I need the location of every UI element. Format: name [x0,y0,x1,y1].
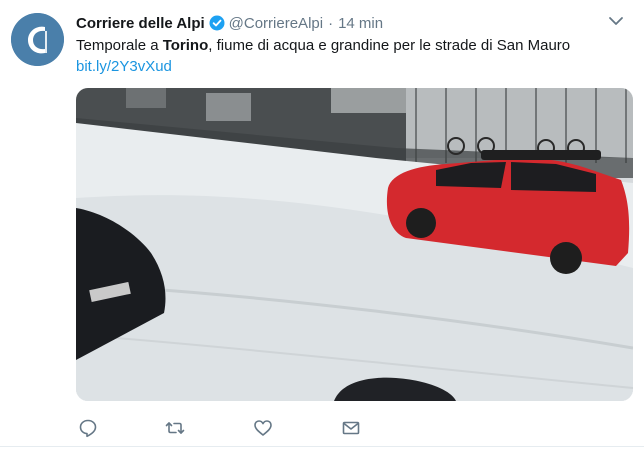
tweet-media-video[interactable] [76,88,633,401]
author-handle[interactable]: @CorriereAlpi [229,15,323,32]
corriere-alpi-logo-icon [11,13,64,66]
avatar[interactable] [11,13,64,66]
tweet-text: Temporale a Torino, fiume di acqua e gra… [76,36,636,56]
tweet-actions [0,412,644,444]
author-name[interactable]: Corriere delle Alpi [76,15,205,32]
tweet-text-before: Temporale a [76,37,163,54]
tweet-text-after: , fiume di acqua e grandine per le strad… [208,37,571,54]
chevron-down-icon[interactable] [608,14,624,28]
reply-icon[interactable] [78,418,98,438]
retweet-icon[interactable] [165,418,185,438]
meta-separator: · [328,14,334,32]
tweet-divider [0,446,644,447]
tweet-timestamp[interactable]: 14 min [338,15,383,32]
heart-icon[interactable] [253,418,273,438]
verified-badge-icon [209,15,225,31]
tweet-link[interactable]: bit.ly/2Y3vXud [76,57,172,77]
envelope-icon[interactable] [341,418,361,438]
tweet-card[interactable]: Corriere delle Alpi @CorriereAlpi · 14 m… [0,0,644,451]
tweet-header: Corriere delle Alpi @CorriereAlpi · 14 m… [76,12,383,34]
tweet-text-bold: Torino [162,37,209,54]
